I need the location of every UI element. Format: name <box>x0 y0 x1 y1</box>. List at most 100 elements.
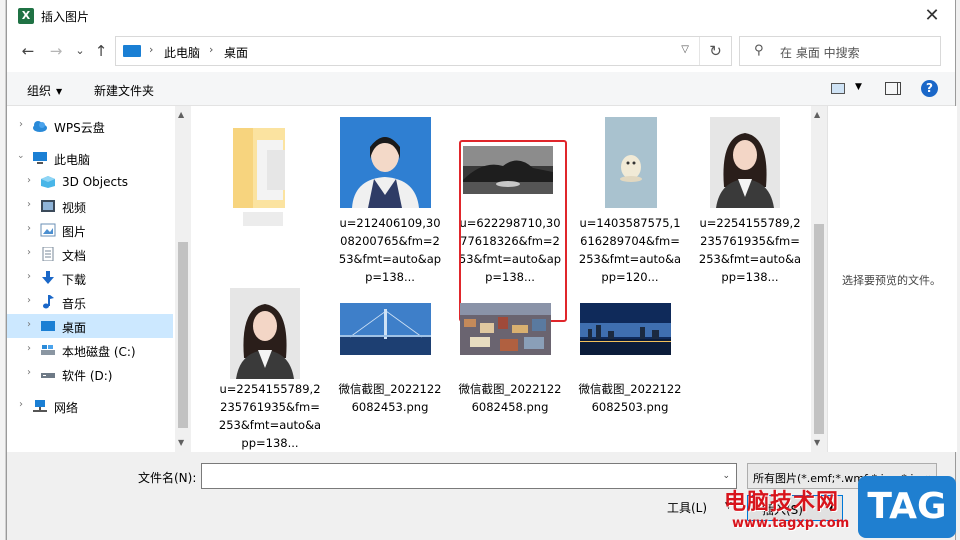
sidebar-item-wps-cloud[interactable]: › WPS云盘 <box>7 114 173 138</box>
expand-icon[interactable]: › <box>19 119 23 130</box>
expand-icon[interactable]: › <box>27 271 31 282</box>
new-folder-button[interactable]: 新建文件夹 <box>94 82 154 99</box>
chevron-down-icon[interactable]: ⌄ <box>722 471 730 481</box>
sidebar-scrollbar[interactable]: ▲ ▼ <box>175 106 191 452</box>
drive-icon <box>41 345 55 355</box>
file-item[interactable]: 微信截图_20221226082458.png <box>457 282 563 452</box>
search-icon: ⚲ <box>754 43 764 58</box>
desktop-icon <box>41 321 55 331</box>
portrait-photo-thumbnail <box>710 117 780 208</box>
chevron-right-icon: › <box>209 43 214 56</box>
file-item[interactable]: u=212406109,3008200765&fm=253&fmt=auto&a… <box>337 112 443 284</box>
expand-icon[interactable]: › <box>19 399 23 410</box>
breadcrumb-desktop[interactable]: 桌面 <box>224 44 248 61</box>
file-item[interactable] <box>217 112 323 232</box>
scrollbar-thumb[interactable] <box>814 224 824 434</box>
preview-pane-toggle-icon[interactable] <box>885 82 901 95</box>
file-item[interactable]: 微信截图_20221226082453.png <box>337 282 443 452</box>
file-item[interactable]: u=1403587575,1616289704&fm=253&fmt=auto&… <box>577 112 683 284</box>
network-icon <box>33 400 47 412</box>
pc-icon <box>123 45 141 57</box>
expand-icon[interactable]: › <box>27 343 31 354</box>
forward-button[interactable]: → <box>45 40 67 62</box>
pc-icon <box>33 152 47 164</box>
city-night-thumbnail <box>580 303 671 355</box>
drive-icon <box>41 373 55 378</box>
caret-down-icon[interactable]: ▼ <box>855 82 862 92</box>
up-button[interactable]: ↑ <box>90 40 112 62</box>
address-bar[interactable]: › 此电脑 › 桌面 ▽ ↻ <box>115 36 732 66</box>
cartoon-thumbnail <box>605 117 657 208</box>
expand-icon[interactable]: › <box>27 295 31 306</box>
scroll-down-icon[interactable]: ▼ <box>178 438 184 447</box>
sidebar-item-videos[interactable]: › 视频 <box>7 194 173 218</box>
sidebar-item-documents[interactable]: › 文档 <box>7 242 173 266</box>
search-input[interactable]: ⚲ 在 桌面 中搜索 <box>739 36 941 66</box>
sidebar-item-label: 图片 <box>62 225 87 239</box>
expand-icon[interactable]: › <box>27 367 31 378</box>
file-item[interactable]: u=2254155789,2235761935&fm=253&fmt=auto&… <box>697 112 803 284</box>
collapse-icon[interactable]: ⌄ <box>17 151 25 161</box>
pictures-icon <box>40 223 56 237</box>
scrollbar-thumb[interactable] <box>178 242 188 428</box>
file-list-scrollbar[interactable]: ▲ ▼ <box>811 106 827 452</box>
close-button[interactable]: ✕ <box>909 0 955 32</box>
expand-icon[interactable]: › <box>27 319 31 330</box>
watermark-logo: TAG <box>858 476 956 538</box>
refresh-button[interactable]: ↻ <box>699 37 731 65</box>
file-name: 微信截图_20221226082458.png <box>458 382 562 414</box>
expand-icon[interactable]: › <box>27 247 31 258</box>
file-name: u=1403587575,1616289704&fm=253&fmt=auto&… <box>578 216 682 284</box>
chevron-right-icon: › <box>149 43 154 56</box>
command-toolbar: 组织 ▼ 新建文件夹 ▼ ? <box>7 72 955 106</box>
view-options-icon[interactable] <box>831 83 845 94</box>
caret-down-icon: ▼ <box>56 87 63 96</box>
tools-button[interactable]: 工具(L) <box>667 499 707 516</box>
window-title: 插入图片 <box>41 10 90 24</box>
sidebar-item-downloads[interactable]: › 下载 <box>7 266 173 290</box>
sidebar-item-software-d[interactable]: › 软件 (D:) <box>7 362 173 386</box>
sidebar-item-local-disk-c[interactable]: › 本地磁盘 (C:) <box>7 338 173 362</box>
file-list: u=212406109,3008200765&fm=253&fmt=auto&a… <box>191 106 811 452</box>
sidebar-item-label: 网络 <box>54 401 79 415</box>
chevron-down-icon[interactable]: ▽ <box>681 44 689 55</box>
scroll-up-icon[interactable]: ▲ <box>814 110 820 119</box>
sidebar-item-3d-objects[interactable]: › 3D Objects <box>7 170 173 194</box>
title-bar: X 插入图片 ✕ <box>7 0 955 32</box>
filename-input[interactable]: ⌄ <box>201 463 737 489</box>
expand-icon[interactable]: › <box>27 175 31 186</box>
file-item[interactable]: 微信截图_20221226082503.png <box>577 282 683 452</box>
file-name: 微信截图_20221226082503.png <box>578 382 682 414</box>
recent-locations-button[interactable]: ⌄ <box>69 40 91 62</box>
preview-pane: 选择要预览的文件。 <box>827 106 957 452</box>
expand-icon[interactable]: › <box>27 223 31 234</box>
file-name: u=2254155789,2235761935&fm=253&fmt=auto&… <box>218 382 322 450</box>
watermark-logo-text: TAG <box>867 486 947 527</box>
scroll-down-icon[interactable]: ▼ <box>814 438 820 447</box>
sidebar-item-desktop[interactable]: › 桌面 <box>7 314 173 338</box>
preview-message: 选择要预览的文件。 <box>842 274 941 287</box>
help-icon[interactable]: ? <box>921 80 938 97</box>
sidebar-item-label: 音乐 <box>62 297 87 311</box>
scroll-up-icon[interactable]: ▲ <box>178 110 184 119</box>
expand-icon[interactable]: › <box>27 199 31 210</box>
sidebar-item-this-pc[interactable]: ⌄ 此电脑 <box>7 146 173 170</box>
breadcrumb-this-pc[interactable]: 此电脑 <box>164 44 200 61</box>
sidebar-item-pictures[interactable]: › 图片 <box>7 218 173 242</box>
file-name: 微信截图_20221226082453.png <box>338 382 442 414</box>
portrait-photo-thumbnail <box>340 117 431 208</box>
organize-button[interactable]: 组织 ▼ <box>27 82 62 99</box>
sidebar-item-music[interactable]: › 音乐 <box>7 290 173 314</box>
file-item[interactable]: u=2254155789,2235761935&fm=253&fmt=auto&… <box>217 282 323 452</box>
back-button[interactable]: ← <box>17 40 39 62</box>
sidebar-item-network[interactable]: › 网络 <box>7 394 173 418</box>
sidebar-item-label: 软件 (D:) <box>62 369 113 383</box>
cloud-icon <box>33 121 47 132</box>
insert-picture-dialog: X 插入图片 ✕ ← → ⌄ ↑ › 此电脑 › 桌面 ▽ ↻ ⚲ 在 桌面 中… <box>6 0 957 540</box>
city-bridge-thumbnail <box>340 303 431 355</box>
excel-app-icon: X <box>18 8 34 24</box>
sidebar-item-label: 视频 <box>62 201 87 215</box>
blurred-folder-thumbnail <box>233 128 285 226</box>
file-name: u=2254155789,2235761935&fm=253&fmt=auto&… <box>698 216 802 284</box>
filename-label: 文件名(N): <box>138 471 197 485</box>
